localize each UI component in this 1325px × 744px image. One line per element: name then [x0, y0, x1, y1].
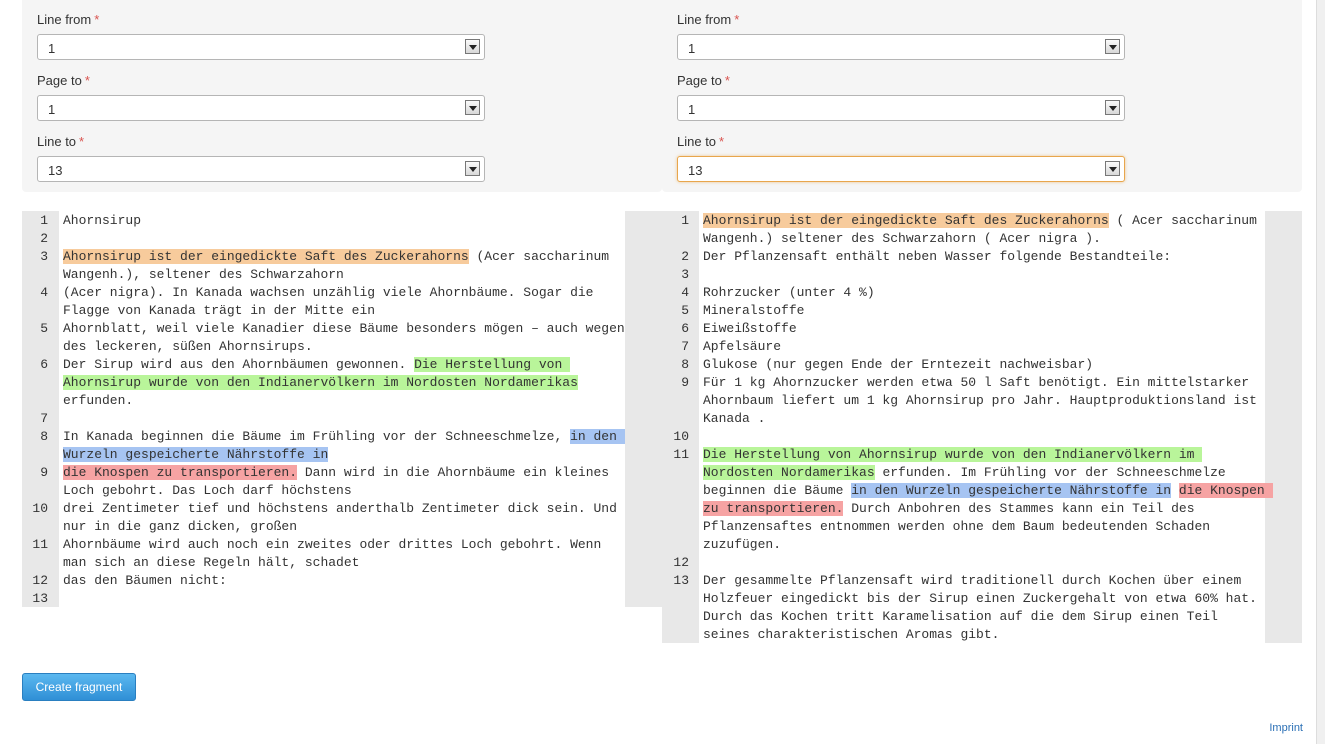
code-line: das den Bäumen nicht:: [63, 572, 628, 590]
text-segment: [1171, 483, 1179, 498]
line-number: 4: [40, 285, 48, 300]
select-value: 1: [688, 102, 696, 117]
code-line: In Kanada beginnen die Bäume im Frühling…: [63, 428, 628, 464]
code-line: Die Herstellung von Ahornsirup wurde von…: [703, 446, 1273, 554]
line-number: 8: [40, 429, 48, 444]
line-number: 8: [681, 357, 689, 372]
code-line: Ahornsirup ist der eingedickte Saft des …: [63, 248, 628, 284]
line-number: 13: [673, 573, 689, 588]
right-margin-gutter: [1265, 211, 1302, 643]
text-segment: In Kanada beginnen die Bäume im Frühling…: [63, 429, 571, 444]
line-number: 4: [681, 285, 689, 300]
text-segment: Der Pflanzensaft enthält neben Wasser fo…: [703, 249, 1172, 264]
code-line: Ahornsirup: [63, 212, 628, 230]
imprint-link[interactable]: Imprint: [1269, 722, 1303, 734]
code-line: Glukose (nur gegen Ende der Erntezeit na…: [703, 356, 1268, 374]
chevron-down-icon: [1105, 100, 1120, 115]
code-line: (Acer nigra). In Kanada wachsen unzählig…: [63, 284, 628, 320]
code-line: die Knospen zu transportieren. Dann wird…: [63, 464, 628, 500]
page-to-label: Page to *: [37, 73, 90, 88]
line-number: 3: [681, 267, 689, 282]
matched-fragment-red: die Knospen zu transportieren.: [63, 465, 298, 480]
text-segment: Ahornblatt, weil viele Kanadier diese Bä…: [63, 321, 625, 354]
text-segment: Ahornsirup: [63, 213, 142, 228]
line-number: 1: [681, 213, 689, 228]
line-number: 6: [681, 321, 689, 336]
text-segment: (Acer nigra). In Kanada wachsen unzählig…: [63, 285, 602, 318]
line-to-label: Line to *: [677, 134, 725, 149]
line-number: 5: [40, 321, 48, 336]
line-number: 10: [673, 429, 689, 444]
page-to-label: Page to *: [677, 73, 730, 88]
text-segment: Glukose (nur gegen Ende der Erntezeit na…: [703, 357, 1094, 372]
text-segment: drei Zentimeter tief und höchstens ander…: [63, 501, 625, 534]
code-line: Ahornsirup ist der eingedickte Saft des …: [703, 212, 1268, 248]
line-to-label: Line to *: [37, 134, 85, 149]
text-segment: Ahornbäume wird auch noch ein zweites od…: [63, 537, 610, 570]
line-number: 2: [681, 249, 689, 264]
text-segment: Rohrzucker (unter 4 %): [703, 285, 875, 300]
code-line: Für 1 kg Ahornzucker werden etwa 50 l Sa…: [703, 374, 1268, 428]
select-value: 1: [48, 102, 56, 117]
code-line: Mineralstoffe: [703, 302, 1268, 320]
matched-fragment-blue: in den Wurzeln gespeicherte Nährstoffe i…: [851, 483, 1172, 498]
select-value: 13: [688, 163, 703, 178]
chevron-down-icon: [465, 161, 480, 176]
line-number: 13: [32, 591, 48, 606]
line-number: 3: [40, 249, 48, 264]
code-line: Apfelsäure: [703, 338, 1268, 356]
line-number: 7: [681, 339, 689, 354]
matched-fragment-orange: Ahornsirup ist der eingedickte Saft des …: [63, 249, 469, 264]
line-number: 9: [681, 375, 689, 390]
line-number: 12: [673, 555, 689, 570]
line-from-label: Line from *: [37, 12, 100, 27]
chevron-down-icon: [1105, 39, 1120, 54]
right-line-to-select[interactable]: 13: [677, 156, 1125, 182]
line-number: 1: [40, 213, 48, 228]
line-number: 12: [32, 573, 48, 588]
line-number: 2: [40, 231, 48, 246]
line-number: 10: [32, 501, 48, 516]
matched-fragment-orange: Ahornsirup ist der eingedickte Saft des …: [703, 213, 1109, 228]
right-selection-form: Line from * 1 Page to * 1 Line to * 13: [662, 0, 1302, 192]
code-line: Der gesammelte Pflanzensaft wird traditi…: [703, 572, 1268, 644]
code-line: Ahornbäume wird auch noch ein zweites od…: [63, 536, 628, 572]
create-fragment-button[interactable]: Create fragment: [22, 673, 136, 701]
line-number: 11: [32, 537, 48, 552]
text-segment: Eiweißstoffe: [703, 321, 797, 336]
line-number: 7: [40, 411, 48, 426]
select-value: 1: [688, 41, 696, 56]
select-value: 1: [48, 41, 56, 56]
line-number: 6: [40, 357, 48, 372]
code-line: Ahornblatt, weil viele Kanadier diese Bä…: [63, 320, 628, 356]
code-line: Rohrzucker (unter 4 %): [703, 284, 1268, 302]
select-value: 13: [48, 163, 63, 178]
text-segment: das den Bäumen nicht:: [63, 573, 227, 588]
line-number: 5: [681, 303, 689, 318]
code-line: Der Sirup wird aus den Ahornbäumen gewon…: [63, 356, 628, 410]
line-number: 9: [40, 465, 48, 480]
line-from-label: Line from *: [677, 12, 740, 27]
right-line-from-select[interactable]: 1: [677, 34, 1125, 60]
chevron-down-icon: [465, 100, 480, 115]
page-scrollbar[interactable]: [1316, 0, 1325, 744]
line-number-gutter: [625, 211, 662, 607]
code-line: Eiweißstoffe: [703, 320, 1268, 338]
right-page-to-select[interactable]: 1: [677, 95, 1125, 121]
text-segment: Der gesammelte Pflanzensaft wird traditi…: [703, 573, 1265, 642]
text-segment: Apfelsäure: [703, 339, 782, 354]
text-segment: Für 1 kg Ahornzucker werden etwa 50 l Sa…: [703, 375, 1265, 426]
code-line: drei Zentimeter tief und höchstens ander…: [63, 500, 628, 536]
left-page-to-select[interactable]: 1: [37, 95, 485, 121]
line-number: 11: [673, 447, 689, 462]
code-line: Der Pflanzensaft enthält neben Wasser fo…: [703, 248, 1268, 266]
left-line-from-select[interactable]: 1: [37, 34, 485, 60]
text-segment: Mineralstoffe: [703, 303, 805, 318]
chevron-down-icon: [1105, 161, 1120, 176]
left-selection-form: Line from * 1 Page to * 1 Line to * 13: [22, 0, 662, 192]
text-segment: Der Sirup wird aus den Ahornbäumen gewon…: [63, 357, 415, 372]
chevron-down-icon: [465, 39, 480, 54]
left-line-to-select[interactable]: 13: [37, 156, 485, 182]
